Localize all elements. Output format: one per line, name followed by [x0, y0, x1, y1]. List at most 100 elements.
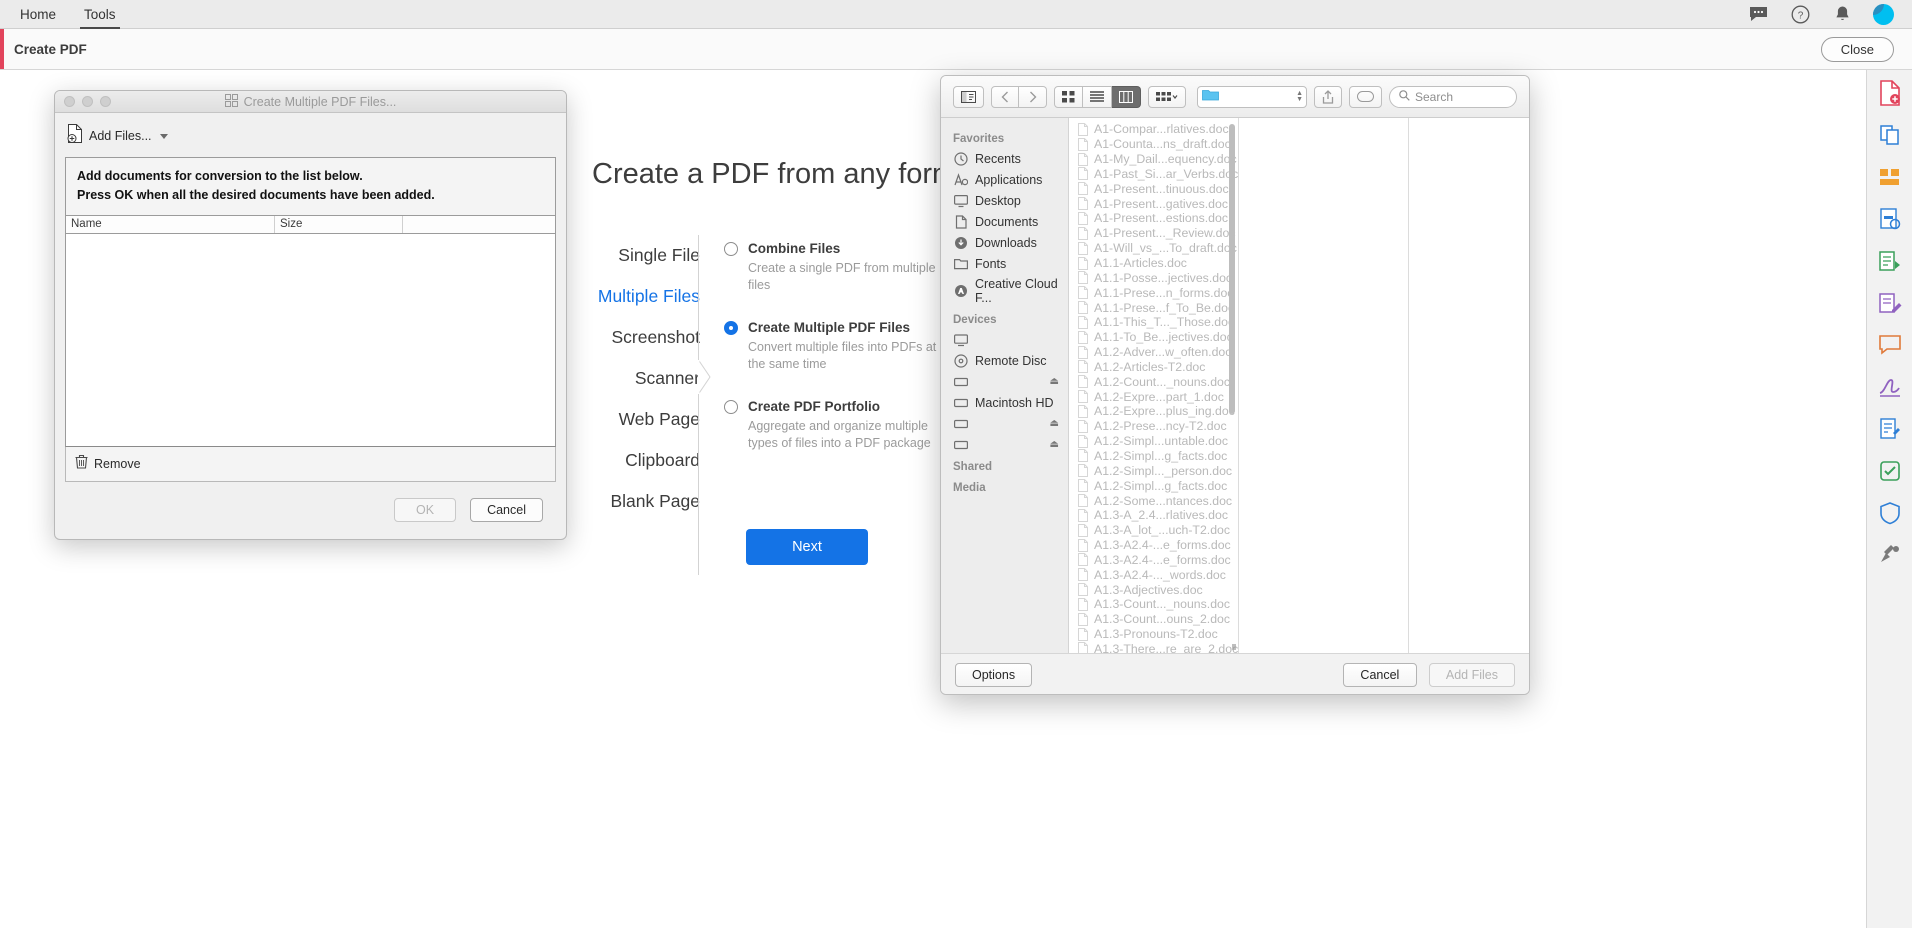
file-list-item[interactable]: A1.3-Adjectives.doc [1069, 582, 1238, 597]
create-pdf-icon[interactable] [1875, 78, 1905, 108]
comment-icon[interactable] [1875, 330, 1905, 360]
file-list-item[interactable]: A1.2-Expre...plus_ing.doc [1069, 404, 1238, 419]
search-input[interactable]: Search [1389, 85, 1517, 108]
sidebar-item-drive-3[interactable]: ⏏ [941, 434, 1068, 455]
column-header-size[interactable]: Size [275, 216, 403, 233]
help-icon[interactable]: ? [1789, 3, 1811, 25]
radio-option-create-multiple-pdf-files[interactable]: Create Multiple PDF Files Convert multip… [724, 319, 954, 373]
sidebar-item-documents[interactable]: Documents [941, 211, 1068, 232]
radio-mark-create-multiple-pdf-files[interactable] [724, 321, 738, 335]
file-list-item[interactable]: A1.2-Simpl...g_facts.doc [1069, 449, 1238, 464]
arrange-by-icon[interactable] [1148, 85, 1186, 108]
sidebar-item-macintosh-hd[interactable]: Macintosh HD [941, 392, 1068, 413]
file-list-item[interactable]: A1.2-Expre...part_1.doc [1069, 389, 1238, 404]
file-list-item[interactable]: A1.1-Prese...f_To_Be.doc [1069, 300, 1238, 315]
sidebar-toggle-icon[interactable] [953, 85, 984, 108]
cancel-button[interactable]: Cancel [470, 498, 543, 522]
stepper-icon[interactable]: ▲ ▼ [1296, 90, 1303, 103]
sidebar-item-drive-2[interactable]: ⏏ [941, 413, 1068, 434]
column-view-icon[interactable] [1112, 85, 1141, 108]
radio-option-create-pdf-portfolio[interactable]: Create PDF Portfolio Aggregate and organ… [724, 398, 954, 452]
radio-mark-combine-files[interactable] [724, 242, 738, 256]
file-list-item[interactable]: A1.3-Count...ouns_2.doc [1069, 612, 1238, 627]
tag-icon[interactable] [1349, 85, 1382, 108]
more-tools-icon[interactable] [1875, 540, 1905, 570]
sidebar-item-recents[interactable]: Recents [941, 148, 1068, 169]
file-preview-column-2[interactable] [1409, 118, 1529, 653]
chevron-right-icon[interactable] [1019, 85, 1047, 108]
menu-tab-tools[interactable]: Tools [70, 0, 130, 29]
file-browser-cancel-button[interactable]: Cancel [1342, 662, 1417, 687]
sidebar-item-desktop[interactable]: Desktop [941, 190, 1068, 211]
column-scrollbar[interactable] [1229, 124, 1235, 414]
file-list-item[interactable]: A1.1-Prese...n_forms.doc [1069, 285, 1238, 300]
sheet-resize-grabber[interactable] [941, 642, 1529, 652]
file-list-item[interactable]: A1.3-Count..._nouns.doc [1069, 597, 1238, 612]
fill-and-sign-icon[interactable] [1875, 372, 1905, 402]
file-list-item[interactable]: A1.2-Some...ntances.doc [1069, 493, 1238, 508]
file-preview-column-1[interactable] [1239, 118, 1409, 653]
add-files-button[interactable]: Add Files... [65, 122, 556, 157]
chevron-left-icon[interactable] [991, 85, 1019, 108]
column-header-extra[interactable] [403, 216, 555, 233]
file-list-item[interactable]: A1.2-Simpl..._person.doc [1069, 463, 1238, 478]
file-list-item[interactable]: A1-Present...tinuous.doc [1069, 181, 1238, 196]
redact-icon[interactable] [1875, 204, 1905, 234]
file-list-item[interactable]: A1.1-Posse...jectives.doc [1069, 270, 1238, 285]
eject-icon[interactable]: ⏏ [1050, 439, 1059, 450]
file-list-item[interactable]: A1.3-A2.4-..._words.doc [1069, 567, 1238, 582]
file-list-item[interactable]: A1.1-Articles.doc [1069, 256, 1238, 271]
file-list-item[interactable]: A1.1-This_T..._Those.doc [1069, 315, 1238, 330]
file-list-item[interactable]: A1-Present..._Review.doc [1069, 226, 1238, 241]
path-combobox[interactable]: ▲ ▼ [1197, 85, 1307, 108]
radio-mark-create-pdf-portfolio[interactable] [724, 400, 738, 414]
file-list-item[interactable]: A1-Will_vs_...To_draft.doc [1069, 241, 1238, 256]
sidebar-item-drive-1[interactable]: ⏏ [941, 371, 1068, 392]
options-button[interactable]: Options [955, 662, 1033, 687]
next-button[interactable]: Next [746, 529, 868, 565]
column-header-name[interactable]: Name [66, 216, 275, 233]
export-pdf-icon[interactable] [1875, 246, 1905, 276]
icon-view-icon[interactable] [1054, 85, 1083, 108]
file-list-column[interactable]: A1-Compar...rlatives.doc A1-Counta...ns_d… [1069, 118, 1239, 653]
file-list-item[interactable]: A1.1-To_Be...jectives.doc [1069, 330, 1238, 345]
file-list-item[interactable]: A1.2-Articles-T2.doc [1069, 360, 1238, 375]
eject-icon[interactable]: ⏏ [1050, 418, 1059, 429]
sidebar-item-fonts[interactable]: Fonts [941, 253, 1068, 274]
sidebar-item-remote-disc[interactable]: Remote Disc [941, 350, 1068, 371]
file-list-item[interactable]: A1.3-A2.4-...e_forms.doc [1069, 552, 1238, 567]
sidebar-item-creative-cloud-files[interactable]: Creative Cloud F... [941, 274, 1068, 308]
file-list-item[interactable]: A1-Past_Si...ar_Verbs.doc [1069, 167, 1238, 182]
list-view-icon[interactable] [1083, 85, 1112, 108]
file-list-item[interactable]: A1-Present...estions.doc [1069, 211, 1238, 226]
close-button[interactable]: Close [1820, 36, 1894, 62]
file-list-item[interactable]: A1.2-Simpl...untable.doc [1069, 434, 1238, 449]
file-list-item[interactable]: A1.3-A2.4-...e_forms.doc [1069, 538, 1238, 553]
protect-icon[interactable] [1875, 498, 1905, 528]
organize-pages-icon[interactable] [1875, 162, 1905, 192]
menu-tab-home[interactable]: Home [6, 0, 70, 29]
avatar[interactable] [1873, 3, 1894, 25]
file-list-item[interactable]: A1.2-Simpl...g_facts.doc [1069, 478, 1238, 493]
bell-icon[interactable] [1831, 3, 1853, 25]
sidebar-item-computer[interactable] [941, 329, 1068, 350]
share-icon[interactable] [1314, 85, 1342, 108]
radio-option-combine-files[interactable]: Combine Files Create a single PDF from m… [724, 240, 954, 294]
prepare-form-icon[interactable] [1875, 414, 1905, 444]
add-files-confirm-button[interactable]: Add Files [1428, 662, 1515, 687]
file-list-item[interactable]: A1.2-Adver...w_often.doc [1069, 345, 1238, 360]
file-list-item[interactable]: A1.3-A_lot_...uch-T2.doc [1069, 523, 1238, 538]
chevron-down-icon[interactable] [159, 133, 168, 139]
file-list-item[interactable]: A1-Compar...rlatives.doc [1069, 122, 1238, 137]
remove-button[interactable]: Remove [65, 447, 556, 482]
file-list-item[interactable]: A1-My_Dail...equency.doc [1069, 152, 1238, 167]
file-list-item[interactable]: A1-Present...gatives.doc [1069, 196, 1238, 211]
stamp-icon[interactable] [1875, 456, 1905, 486]
file-list-item[interactable]: A1-Counta...ns_draft.doc [1069, 137, 1238, 152]
file-table-body[interactable] [65, 234, 556, 447]
sidebar-item-applications[interactable]: Applications [941, 169, 1068, 190]
edit-pdf-icon[interactable] [1875, 288, 1905, 318]
eject-icon[interactable]: ⏏ [1050, 376, 1059, 387]
file-list-item[interactable]: A1.3-Pronouns-T2.doc [1069, 627, 1238, 642]
comment-icon[interactable] [1747, 3, 1769, 25]
